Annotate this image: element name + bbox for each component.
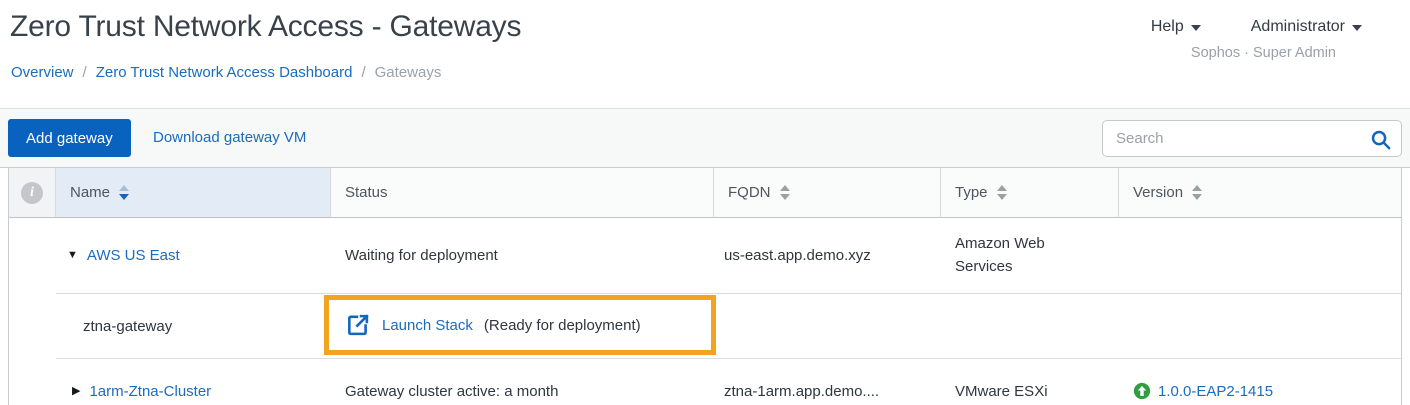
page-title: Zero Trust Network Access - Gateways: [10, 10, 521, 44]
collapse-expander-icon[interactable]: ▼: [67, 250, 78, 261]
status-cell: Waiting for deployment: [331, 218, 714, 294]
row-info-cell: [9, 359, 56, 405]
launch-stack-highlight: Launch Stack (Ready for deployment): [324, 295, 716, 355]
upgrade-available-icon: [1133, 382, 1151, 400]
search-box: [1102, 120, 1402, 157]
sort-icon[interactable]: [119, 185, 129, 200]
breadcrumb-overview[interactable]: Overview: [11, 64, 74, 81]
breadcrumb-separator: /: [83, 64, 87, 81]
administrator-menu-label: Administrator: [1251, 18, 1345, 36]
fqdn-cell: us-east.app.demo.xyz: [714, 218, 941, 294]
account-subtitle: Sophos · Super Admin: [1191, 45, 1336, 61]
download-gateway-vm-link[interactable]: Download gateway VM: [153, 129, 306, 146]
fqdn-cell: [714, 294, 941, 359]
help-menu[interactable]: Help: [1151, 18, 1201, 36]
status-cell: Launch Stack (Ready for deployment): [331, 294, 714, 359]
administrator-menu[interactable]: Administrator: [1251, 18, 1362, 36]
type-cell: VMware ESXi: [941, 359, 1119, 405]
type-cell: [941, 294, 1119, 359]
toolbar: Add gateway Download gateway VM: [0, 108, 1410, 168]
breadcrumb-ztna-dashboard[interactable]: Zero Trust Network Access Dashboard: [96, 64, 353, 81]
add-gateway-button[interactable]: Add gateway: [8, 119, 131, 157]
column-header-status[interactable]: Status: [331, 168, 714, 218]
row-info-cell: [9, 294, 56, 359]
column-header-type[interactable]: Type: [941, 168, 1119, 218]
user-area: Help Administrator Sophos · Super Admin: [1151, 18, 1362, 61]
launch-stack-link[interactable]: Launch Stack: [382, 317, 473, 334]
gateways-table: i Name Status FQDN Type Version: [8, 168, 1402, 405]
info-icon: i: [21, 182, 43, 204]
column-header-name-label: Name: [70, 184, 110, 201]
version-cell: [1119, 218, 1401, 294]
type-cell: Amazon Web Services: [941, 218, 1119, 294]
fqdn-cell: ztna-1arm.app.demo....: [714, 359, 941, 405]
table-row: ▶ 1arm-Ztna-Cluster Gateway cluster acti…: [9, 359, 1401, 405]
breadcrumb: Overview / Zero Trust Network Access Das…: [11, 64, 441, 81]
page: Zero Trust Network Access - Gateways Ove…: [0, 0, 1410, 405]
status-cell: Gateway cluster active: a month: [331, 359, 714, 405]
gateway-name-cell: ▼ AWS US East: [56, 218, 331, 294]
table-row: ztna-gateway Launch Stack (Ready for dep…: [9, 294, 1401, 359]
column-header-name[interactable]: Name: [56, 168, 331, 218]
sort-icon[interactable]: [1192, 185, 1202, 200]
breadcrumb-current: Gateways: [375, 64, 442, 81]
search-icon[interactable]: [1369, 128, 1392, 156]
column-header-version[interactable]: Version: [1119, 168, 1401, 218]
sort-icon[interactable]: [997, 185, 1007, 200]
chevron-down-icon: [1191, 25, 1201, 31]
breadcrumb-separator: /: [361, 64, 365, 81]
deployment-status-note: (Ready for deployment): [484, 317, 641, 334]
version-link[interactable]: 1.0.0-EAP2-1415: [1158, 383, 1273, 400]
help-menu-label: Help: [1151, 18, 1184, 36]
column-header-status-label: Status: [345, 184, 388, 201]
gateway-name-cell: ztna-gateway: [56, 294, 331, 359]
table-header-row: i Name Status FQDN Type Version: [9, 168, 1401, 218]
column-header-fqdn[interactable]: FQDN: [714, 168, 941, 218]
external-link-icon: [345, 312, 371, 338]
column-header-version-label: Version: [1133, 184, 1183, 201]
search-input[interactable]: [1103, 121, 1401, 156]
expand-expander-icon[interactable]: ▶: [72, 386, 80, 397]
gateway-name-link[interactable]: 1arm-Ztna-Cluster: [89, 383, 211, 400]
version-cell: [1119, 294, 1401, 359]
row-info-cell: [9, 218, 56, 294]
table-row: ▼ AWS US East Waiting for deployment us-…: [9, 218, 1401, 294]
sort-icon[interactable]: [780, 185, 790, 200]
chevron-down-icon: [1352, 25, 1362, 31]
column-header-type-label: Type: [955, 184, 988, 201]
gateway-name-cell: ▶ 1arm-Ztna-Cluster: [56, 359, 331, 405]
gateway-name-link[interactable]: AWS US East: [87, 247, 180, 264]
column-header-fqdn-label: FQDN: [728, 184, 771, 201]
info-column-header: i: [9, 168, 56, 218]
version-cell: 1.0.0-EAP2-1415: [1119, 359, 1401, 405]
